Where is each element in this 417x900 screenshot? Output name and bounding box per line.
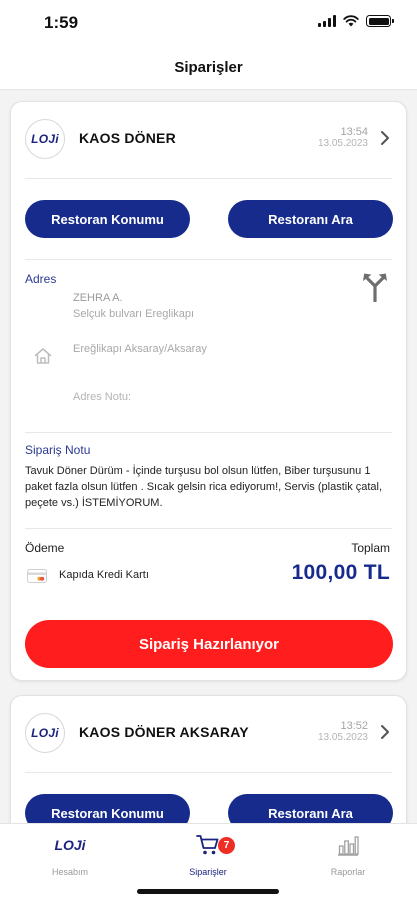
wifi-icon <box>343 15 359 27</box>
chevron-right-icon[interactable] <box>378 130 392 146</box>
tab-orders[interactable]: 7 Siparişler <box>148 832 268 877</box>
divider <box>25 528 392 529</box>
order-time: 13:52 <box>340 720 368 732</box>
restaurant-logo: LOJi <box>25 713 65 753</box>
address-area: Ereğlikapı Aksaray/Aksaray <box>73 343 207 355</box>
tab-label: Hesabım <box>51 867 88 877</box>
address-label: Adres <box>25 272 57 286</box>
order-note: Tavuk Döner Dürüm - İçinde turşusu bol o… <box>25 465 383 509</box>
address-note: Adres Notu: <box>73 391 132 403</box>
order-card: LOJi KAOS DÖNER 13:54 13.05.2023 Restora… <box>10 101 407 681</box>
status-bar: 1:59 <box>0 0 417 46</box>
loji-logo-icon: LOJi <box>54 837 86 853</box>
restaurant-name: KAOS DÖNER <box>79 130 176 146</box>
home-icon <box>34 348 52 364</box>
address-street: Selçuk bulvarı Ereglikapı <box>73 308 195 320</box>
divider <box>25 259 392 260</box>
logo-text: LOJi <box>31 726 59 740</box>
status-icons <box>318 15 394 27</box>
chevron-right-icon[interactable] <box>378 724 392 740</box>
total-label: Toplam <box>351 541 390 555</box>
order-time: 13:54 <box>340 126 368 138</box>
call-restaurant-button[interactable]: Restoranı Ara <box>228 794 393 823</box>
restaurant-logo: LOJi <box>25 119 65 159</box>
signal-icon <box>318 15 336 27</box>
tab-label: Raporlar <box>330 867 366 877</box>
restaurant-location-button[interactable]: Restoran Konumu <box>25 794 190 823</box>
tab-account[interactable]: LOJi Hesabım <box>10 832 130 877</box>
total-amount: 100,00 TL <box>291 561 390 584</box>
customer-name: ZEHRA A. <box>73 292 123 304</box>
divider <box>25 178 392 179</box>
divider <box>25 772 392 773</box>
order-note-label: Sipariş Notu <box>25 443 91 457</box>
logo-text: LOJi <box>31 132 59 146</box>
divider <box>25 432 392 433</box>
order-status-button[interactable]: Sipariş Hazırlanıyor <box>25 620 393 668</box>
restaurant-name: KAOS DÖNER AKSARAY <box>79 724 249 740</box>
battery-icon <box>366 15 394 27</box>
orders-list[interactable]: LOJi KAOS DÖNER 13:54 13.05.2023 Restora… <box>0 90 417 823</box>
nav-header: Siparişler <box>0 46 417 90</box>
tab-bar: LOJi Hesabım 7 Siparişler Raporlar <box>0 823 417 900</box>
page-title: Siparişler <box>174 59 243 76</box>
order-header[interactable]: LOJi KAOS DÖNER AKSARAY 13:52 13.05.2023 <box>11 696 406 772</box>
tab-label: Siparişler <box>189 867 227 877</box>
order-card: LOJi KAOS DÖNER AKSARAY 13:52 13.05.2023… <box>10 695 407 823</box>
call-restaurant-button[interactable]: Restoranı Ara <box>228 200 393 238</box>
order-date: 13.05.2023 <box>317 732 368 743</box>
home-indicator <box>137 889 279 894</box>
cart-icon <box>196 835 219 855</box>
payment-label: Ödeme <box>25 541 65 555</box>
order-header[interactable]: LOJi KAOS DÖNER 13:54 13.05.2023 <box>11 102 406 178</box>
credit-card-icon <box>27 569 47 583</box>
tab-reports[interactable]: Raporlar <box>288 832 408 877</box>
status-time: 1:59 <box>44 13 79 32</box>
payment-method: Kapıda Kredi Kartı <box>59 569 149 581</box>
directions-icon[interactable] <box>362 272 388 302</box>
chart-icon <box>338 836 359 856</box>
restaurant-location-button[interactable]: Restoran Konumu <box>25 200 190 238</box>
order-date: 13.05.2023 <box>317 138 368 149</box>
cart-badge: 7 <box>218 837 235 854</box>
